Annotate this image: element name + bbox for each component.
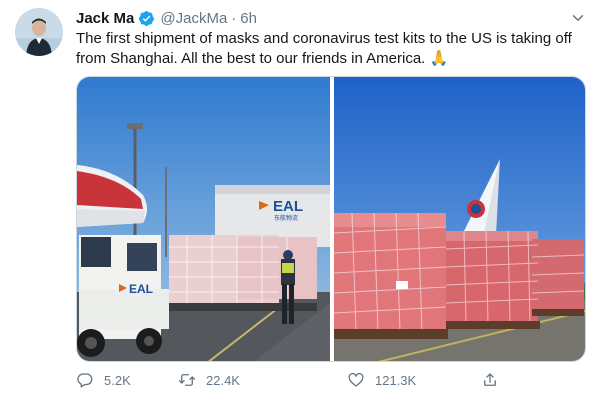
tweet-card[interactable]: Jack Ma @JackMa · 6h The first shipment … xyxy=(0,0,601,402)
author-handle[interactable]: @JackMa xyxy=(160,10,227,27)
retweet-icon xyxy=(178,374,196,386)
photo-loading-truck[interactable]: EAL 东航物流 EAL xyxy=(77,77,330,361)
separator-dot: · xyxy=(231,9,237,27)
photo-cargo-pallets[interactable] xyxy=(334,77,585,361)
building-sign-chinese: 东航物流 xyxy=(274,214,298,222)
cargo-pallets-image xyxy=(334,77,585,361)
tweet-header: Jack Ma @JackMa · 6h xyxy=(76,8,257,28)
heart-icon xyxy=(348,372,364,387)
reply-count: 5.2K xyxy=(104,372,131,388)
chevron-down-icon[interactable] xyxy=(569,9,587,27)
author-name[interactable]: Jack Ma xyxy=(76,10,134,27)
action-bar: 5.2K 22.4K 121.3K xyxy=(76,371,496,393)
tweet-text: The first shipment of masks and coronavi… xyxy=(76,30,572,67)
retweet-button[interactable]: 22.4K xyxy=(178,371,240,389)
reply-button[interactable]: 5.2K xyxy=(76,371,131,389)
verified-badge-icon xyxy=(139,10,155,26)
building-sign-text: EAL xyxy=(273,198,303,215)
like-button[interactable]: 121.3K xyxy=(347,371,416,389)
profile-photo-icon xyxy=(15,8,63,56)
tweet-timestamp[interactable]: 6h xyxy=(240,10,257,27)
truck-sign-text: EAL xyxy=(129,282,153,296)
reply-icon xyxy=(77,373,93,388)
media-grid: EAL 东航物流 EAL xyxy=(76,76,586,362)
like-count: 121.3K xyxy=(375,372,417,388)
share-icon xyxy=(484,373,496,386)
truck-cargo-image: EAL 东航物流 EAL xyxy=(77,77,330,361)
retweet-count: 22.4K xyxy=(206,372,240,388)
avatar[interactable] xyxy=(15,8,63,56)
share-button[interactable] xyxy=(481,371,509,389)
